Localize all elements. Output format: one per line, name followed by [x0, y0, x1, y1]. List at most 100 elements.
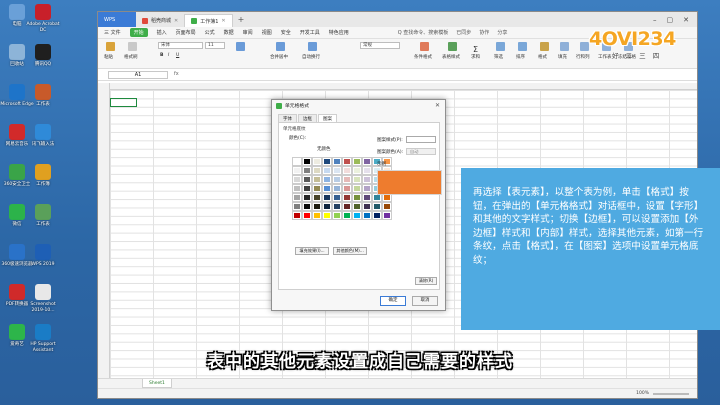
sum-icon[interactable]: Σ	[473, 45, 478, 54]
color-swatch[interactable]	[322, 202, 332, 211]
no-color-option[interactable]: 无颜色	[317, 146, 331, 152]
font-size-select[interactable]: 11	[205, 42, 225, 49]
format-icon[interactable]	[540, 42, 549, 51]
color-swatch[interactable]	[302, 211, 312, 220]
font-name-select[interactable]: 宋体	[158, 42, 203, 49]
color-swatch[interactable]	[372, 211, 382, 220]
color-swatch[interactable]	[302, 193, 312, 202]
color-swatch[interactable]	[342, 166, 352, 175]
color-swatch[interactable]	[362, 184, 372, 193]
tab-workbook[interactable]: 工作簿1 ✕	[184, 14, 233, 27]
color-swatch[interactable]	[312, 175, 322, 184]
color-swatch[interactable]	[352, 184, 362, 193]
color-swatch[interactable]	[312, 202, 322, 211]
color-swatch[interactable]	[322, 166, 332, 175]
color-swatch[interactable]	[292, 157, 302, 166]
color-swatch[interactable]	[292, 202, 302, 211]
selected-cell[interactable]	[110, 98, 137, 107]
color-swatch[interactable]	[322, 175, 332, 184]
color-swatch[interactable]	[342, 202, 352, 211]
new-tab-icon[interactable]: +	[233, 15, 250, 24]
menu-formulas[interactable]: 公式	[205, 29, 215, 36]
color-swatch[interactable]	[332, 166, 342, 175]
desktop-icon[interactable]: 工作簿	[26, 164, 60, 188]
menu-page-layout[interactable]: 页面布局	[176, 29, 196, 36]
color-swatch[interactable]	[332, 184, 342, 193]
color-swatch[interactable]	[312, 184, 322, 193]
color-swatch[interactable]	[302, 157, 312, 166]
menu-developer[interactable]: 开发工具	[300, 29, 320, 36]
color-swatch[interactable]	[382, 202, 392, 211]
sheet-tab-sheet1[interactable]: Sheet1	[142, 379, 172, 388]
color-swatch[interactable]	[342, 184, 352, 193]
color-swatch[interactable]	[312, 157, 322, 166]
color-swatch[interactable]	[352, 166, 362, 175]
wrap-text-icon[interactable]	[308, 42, 317, 51]
color-swatch[interactable]	[322, 193, 332, 202]
fill-icon[interactable]	[560, 42, 569, 51]
color-swatch[interactable]	[362, 193, 372, 202]
bold-icon[interactable]: B	[160, 53, 163, 58]
color-swatch[interactable]	[342, 175, 352, 184]
number-format-select[interactable]: 常规	[360, 42, 400, 49]
desktop-icon[interactable]: 工作表	[26, 204, 60, 228]
cancel-button[interactable]: 取消	[412, 296, 438, 306]
color-swatch[interactable]	[332, 157, 342, 166]
color-swatch[interactable]	[332, 211, 342, 220]
menu-special[interactable]: 特色应用	[329, 29, 349, 36]
ok-button[interactable]: 确定	[380, 296, 406, 306]
color-swatch[interactable]	[332, 202, 342, 211]
pattern-color-select[interactable]: 自动	[406, 148, 436, 155]
color-swatch[interactable]	[292, 175, 302, 184]
color-swatch[interactable]	[362, 166, 372, 175]
menu-data[interactable]: 数据	[224, 29, 234, 36]
color-swatch[interactable]	[312, 166, 322, 175]
menu-view[interactable]: 视图	[262, 29, 272, 36]
close-icon[interactable]: ✕	[221, 18, 225, 24]
color-swatch[interactable]	[322, 184, 332, 193]
menu-review[interactable]: 审阅	[243, 29, 253, 36]
color-swatch[interactable]	[352, 175, 362, 184]
desktop-icon[interactable]: 工作表	[26, 84, 60, 108]
clear-button[interactable]: 清除(R)	[415, 277, 437, 285]
underline-icon[interactable]: U	[176, 53, 179, 58]
color-swatch[interactable]	[362, 157, 372, 166]
maximize-icon[interactable]: ▢	[667, 16, 674, 24]
desktop-icon[interactable]: WPS 2019	[26, 244, 60, 268]
command-search[interactable]: Q 查找命令、搜索模板	[398, 29, 449, 36]
close-icon[interactable]: ✕	[435, 102, 445, 109]
color-swatch[interactable]	[292, 166, 302, 175]
menu-security[interactable]: 安全	[281, 29, 291, 36]
color-swatch[interactable]	[302, 166, 312, 175]
desktop-icon[interactable]: 讯飞输入法	[26, 124, 60, 148]
color-swatch[interactable]	[302, 175, 312, 184]
color-swatch[interactable]	[352, 211, 362, 220]
paste-icon[interactable]	[106, 42, 115, 51]
rows-columns-icon[interactable]	[580, 42, 589, 51]
color-swatch[interactable]	[382, 193, 392, 202]
tab-docer-store[interactable]: 稻壳商城 ✕	[136, 14, 184, 27]
minimize-icon[interactable]: –	[653, 16, 657, 24]
menu-insert[interactable]: 插入	[157, 29, 167, 36]
sort-icon[interactable]	[518, 42, 527, 51]
color-swatch[interactable]	[332, 193, 342, 202]
fill-effects-button[interactable]: 填充效果(I)...	[295, 247, 329, 255]
table-style-icon[interactable]	[448, 42, 457, 51]
color-swatch[interactable]	[352, 193, 362, 202]
italic-icon[interactable]: I	[168, 53, 169, 58]
color-swatch[interactable]	[292, 193, 302, 202]
fx-icon[interactable]: fx	[174, 71, 179, 77]
color-swatch[interactable]	[322, 211, 332, 220]
desktop-icon[interactable]: 腾讯QQ	[26, 44, 60, 68]
more-colors-button[interactable]: 其他颜色(M)...	[333, 247, 367, 255]
color-swatch[interactable]	[382, 211, 392, 220]
menu-home[interactable]: 开始	[129, 28, 148, 37]
color-swatch[interactable]	[352, 157, 362, 166]
close-icon[interactable]: ✕	[174, 18, 178, 24]
color-swatch[interactable]	[292, 211, 302, 220]
filter-icon[interactable]	[496, 42, 505, 51]
color-swatch[interactable]	[312, 211, 322, 220]
color-swatch[interactable]	[372, 202, 382, 211]
color-swatch[interactable]	[302, 184, 312, 193]
conditional-format-icon[interactable]	[420, 42, 429, 51]
